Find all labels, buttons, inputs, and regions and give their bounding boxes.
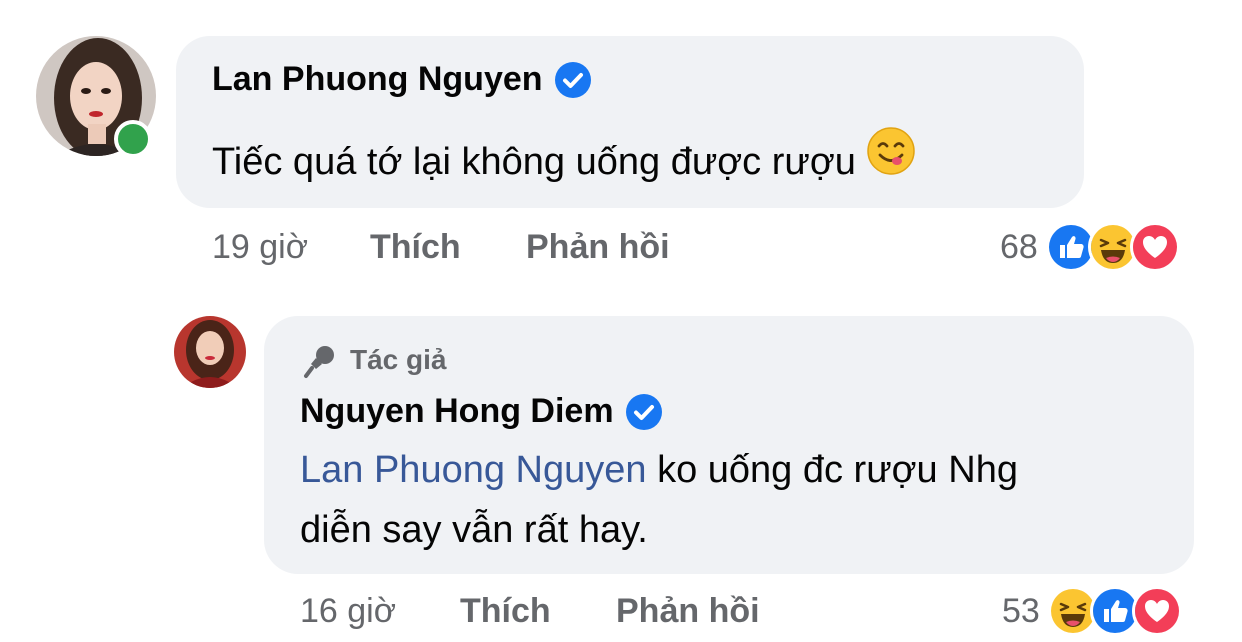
comment-body: Tiếc quá tớ lại không uống được rượu — [212, 141, 856, 184]
author-badge-label: Tác giả — [350, 344, 447, 375]
reply-timestamp[interactable]: 16 giờ — [300, 592, 396, 631]
reply-text: Lan Phuong Nguyen ko uống đc rượu Nhg di… — [300, 440, 1180, 560]
reaction-summary[interactable]: 68 — [1000, 222, 1180, 272]
reply-author-row: Nguyen Hong Diem — [300, 392, 662, 431]
yum-face-emoji-icon — [866, 126, 916, 194]
reply-author-name[interactable]: Nguyen Hong Diem — [300, 392, 614, 431]
love-reaction-icon — [1129, 222, 1180, 272]
reply-action-row: 16 giờ Thích Phản hồi — [300, 592, 820, 632]
comment-text: Tiếc quá tớ lại không uống được rượu — [212, 127, 916, 198]
comment-author-name[interactable]: Lan Phuong Nguyen — [212, 60, 543, 99]
reaction-count: 68 — [1000, 227, 1038, 266]
comment-author-row: Lan Phuong Nguyen — [212, 60, 591, 99]
reply-button[interactable]: Phản hồi — [616, 592, 760, 631]
verified-badge-icon — [625, 393, 662, 430]
online-status-indicator — [114, 120, 152, 158]
like-button[interactable]: Thích — [370, 228, 461, 267]
comment-timestamp[interactable]: 19 giờ — [212, 228, 308, 267]
reply-body-line1: ko uống đc rượu Nhg — [646, 449, 1018, 491]
avatar-nguyen-hong-diem[interactable] — [174, 316, 246, 388]
comment-action-row: 19 giờ Thích Phản hồi — [212, 228, 732, 268]
microphone-icon — [304, 346, 334, 378]
love-reaction-icon — [1131, 586, 1182, 636]
reaction-summary[interactable]: 53 — [1002, 586, 1182, 636]
reply-button[interactable]: Phản hồi — [526, 228, 670, 267]
like-button[interactable]: Thích — [460, 592, 551, 631]
verified-badge-icon — [554, 61, 591, 98]
author-badge: Tác giả — [300, 340, 446, 380]
mention-link[interactable]: Lan Phuong Nguyen — [300, 449, 647, 491]
reaction-count: 53 — [1002, 591, 1040, 630]
reply-body-line2: diễn say vẫn rất hay. — [300, 509, 648, 551]
